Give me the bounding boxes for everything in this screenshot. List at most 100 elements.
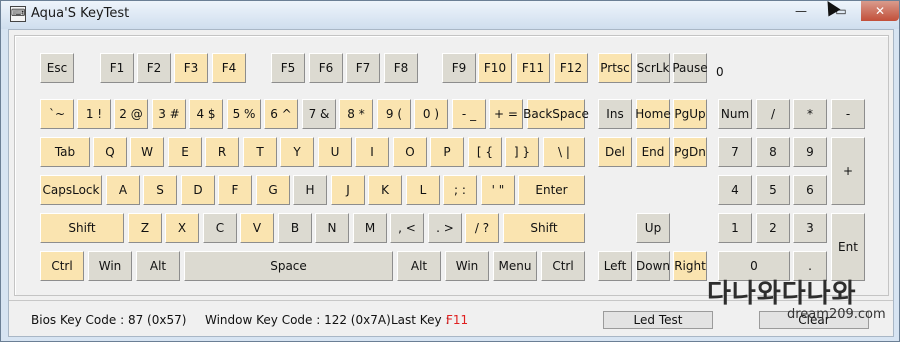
minimize-button[interactable]: — [781,1,821,21]
key-z[interactable]: Z [128,213,162,243]
key-u[interactable]: U [318,137,352,167]
key-minus[interactable]: - _ [452,99,486,129]
key-pause[interactable]: Pause [672,53,708,83]
key-lshift[interactable]: Shift [40,213,124,243]
key-n[interactable]: N [315,213,349,243]
key-pgdn[interactable]: PgDn [673,137,707,167]
key-rshift[interactable]: Shift [503,213,585,243]
key-j[interactable]: J [331,175,365,205]
key-p[interactable]: P [430,137,464,167]
key-r[interactable]: R [205,137,239,167]
key-f11[interactable]: F11 [516,53,550,83]
key-y[interactable]: Y [280,137,314,167]
key-f4[interactable]: F4 [212,53,246,83]
key-lbracket[interactable]: [ { [468,137,502,167]
title-bar[interactable]: ⌨ Aqua'S KeyTest — ▭ ✕ [1,1,899,29]
key-num6[interactable]: 6 [793,175,827,205]
key-num2[interactable]: 2 [756,213,790,243]
key-num9[interactable]: 9 [793,137,827,167]
key-period[interactable]: . > [428,213,462,243]
key-num7[interactable]: 7 [718,137,752,167]
key-num3[interactable]: 3 [793,213,827,243]
key-s[interactable]: S [143,175,177,205]
key-lalt[interactable]: Alt [136,251,180,281]
key-rbracket[interactable]: ] } [505,137,539,167]
key-x[interactable]: X [165,213,199,243]
key-backspace[interactable]: BackSpace [523,99,589,129]
key-num1[interactable]: 1 [718,213,752,243]
key-num5[interactable]: 5 [756,175,790,205]
key-capslock[interactable]: CapsLock [40,175,102,205]
key-m[interactable]: M [353,213,387,243]
key-ralt[interactable]: Alt [397,251,441,281]
key-num8[interactable]: 8 [756,137,790,167]
key-backtick[interactable]: `~ [40,99,74,129]
key-a[interactable]: A [106,175,140,205]
key-esc[interactable]: Esc [40,53,74,83]
key-9[interactable]: 9 ( [377,99,411,129]
key-c[interactable]: C [203,213,237,243]
key-space[interactable]: Space [184,251,393,281]
key-lwin[interactable]: Win [88,251,132,281]
key-slash[interactable]: / ? [465,213,499,243]
key-8[interactable]: 8 * [339,99,373,129]
key-i[interactable]: I [355,137,389,167]
key-f6[interactable]: F6 [309,53,343,83]
key-f7[interactable]: F7 [346,53,380,83]
key-home[interactable]: Home [635,99,671,129]
key-tab[interactable]: Tab [40,137,90,167]
key-q[interactable]: Q [93,137,127,167]
key-o[interactable]: O [393,137,427,167]
key-5[interactable]: 5 % [227,99,261,129]
key-d[interactable]: D [181,175,215,205]
key-menu[interactable]: Menu [493,251,537,281]
key-v[interactable]: V [240,213,274,243]
key-left[interactable]: Left [598,251,632,281]
key-h[interactable]: H [293,175,327,205]
key-g[interactable]: G [256,175,290,205]
key-f[interactable]: F [218,175,252,205]
key-num[interactable]: Num [718,99,752,129]
key-f8[interactable]: F8 [384,53,418,83]
key-lctrl[interactable]: Ctrl [40,251,84,281]
key-l[interactable]: L [406,175,440,205]
key-f3[interactable]: F3 [174,53,208,83]
key-num4[interactable]: 4 [718,175,752,205]
key-down[interactable]: Down [636,251,670,281]
key-pgup[interactable]: PgUp [673,99,707,129]
key-1[interactable]: 1 ! [77,99,111,129]
key-f2[interactable]: F2 [137,53,171,83]
key-0[interactable]: 0 ) [414,99,448,129]
key-comma[interactable]: , < [390,213,424,243]
key-f12[interactable]: F12 [554,53,588,83]
key-f9[interactable]: F9 [442,53,476,83]
key-scrlk[interactable]: ScrLk [636,53,670,83]
key-e[interactable]: E [168,137,202,167]
key-b[interactable]: B [278,213,312,243]
key-nummul[interactable]: * [793,99,827,129]
key-t[interactable]: T [243,137,277,167]
close-button[interactable]: ✕ [861,1,899,21]
key-k[interactable]: K [368,175,402,205]
key-numdiv[interactable]: / [756,99,790,129]
key-end[interactable]: End [636,137,670,167]
key-f1[interactable]: F1 [100,53,134,83]
key-numminus[interactable]: - [831,99,865,129]
key-prtsc[interactable]: Prtsc [598,53,632,83]
key-del[interactable]: Del [598,137,632,167]
key-4[interactable]: 4 $ [189,99,223,129]
key-f10[interactable]: F10 [478,53,512,83]
key-backslash[interactable]: \ | [543,137,585,167]
led-test-button[interactable]: Led Test [603,311,713,329]
key-up[interactable]: Up [636,213,670,243]
key-f5[interactable]: F5 [271,53,305,83]
key-ins[interactable]: Ins [598,99,632,129]
key-equals[interactable]: + = [489,99,523,129]
key-rwin[interactable]: Win [445,251,489,281]
key-numplus[interactable]: + [831,137,865,205]
key-semicolon[interactable]: ; : [443,175,477,205]
key-7[interactable]: 7 & [302,99,336,129]
key-6[interactable]: 6 ^ [264,99,298,129]
key-w[interactable]: W [130,137,164,167]
key-quote[interactable]: ' " [481,175,515,205]
